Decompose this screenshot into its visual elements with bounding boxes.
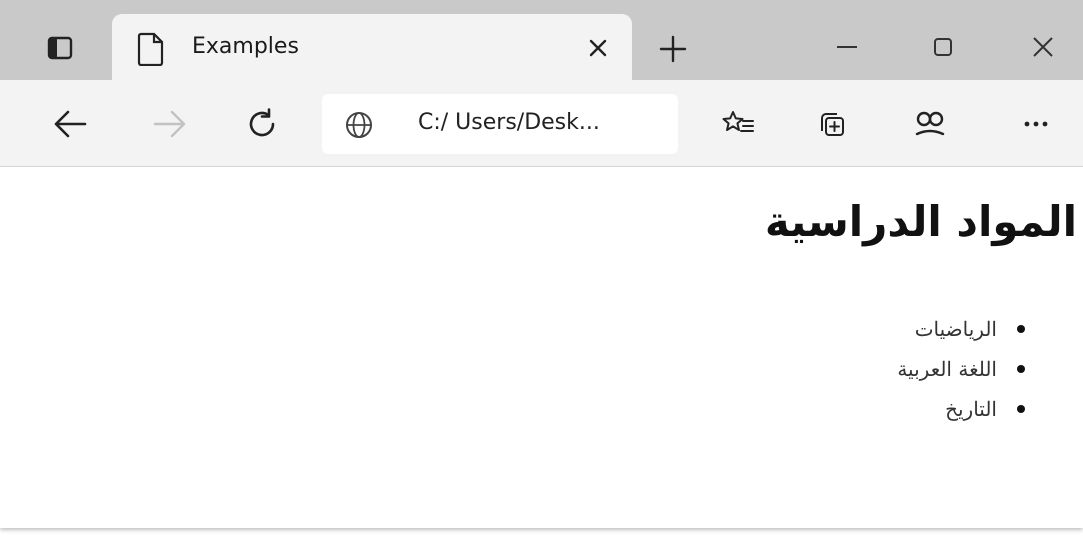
profile-icon	[915, 111, 945, 136]
close-icon	[589, 39, 607, 57]
address-url: C:/ Users/Desk...	[418, 110, 600, 135]
toolbar: C:/ Users/Desk...	[0, 80, 1083, 167]
page-content: المواد الدراسية الرياضيات اللغة العربية …	[0, 167, 1083, 528]
list-item: التاريخ	[897, 389, 1031, 429]
refresh-button[interactable]	[238, 100, 286, 148]
list-item: اللغة العربية	[897, 349, 1031, 389]
refresh-icon	[249, 108, 275, 137]
globe-icon	[346, 112, 372, 138]
page-heading: المواد الدراسية	[764, 197, 1077, 246]
forward-button[interactable]	[146, 100, 194, 148]
subject-label: الرياضيات	[914, 317, 997, 341]
tab-strip: Examples	[0, 0, 1083, 80]
more-icon	[1024, 121, 1048, 127]
bullet-icon	[1017, 325, 1025, 333]
back-button[interactable]	[46, 100, 94, 148]
bullet-icon	[1017, 405, 1025, 413]
tab-examples[interactable]: Examples	[112, 14, 632, 80]
subject-label: اللغة العربية	[897, 357, 997, 381]
collections-icon	[821, 113, 844, 136]
arrow-right-icon	[153, 110, 186, 138]
close-tab-button[interactable]	[578, 28, 618, 68]
close-window-button[interactable]	[1018, 24, 1068, 70]
collections-button[interactable]	[808, 100, 856, 148]
more-button[interactable]	[1012, 100, 1060, 148]
favorites-button[interactable]	[714, 100, 762, 148]
minimize-button[interactable]	[822, 24, 872, 70]
bullet-icon	[1017, 365, 1025, 373]
list-item: الرياضيات	[897, 309, 1031, 349]
tab-title: Examples	[192, 34, 299, 59]
profile-button[interactable]	[906, 100, 954, 148]
subject-label: التاريخ	[945, 397, 997, 421]
close-icon	[1033, 37, 1053, 57]
minimize-icon	[837, 46, 857, 48]
address-bar[interactable]: C:/ Users/Desk...	[322, 94, 678, 154]
document-icon	[137, 32, 164, 66]
plus-icon	[659, 35, 687, 63]
maximize-button[interactable]	[918, 24, 968, 70]
arrow-left-icon	[54, 110, 87, 138]
tab-actions-button[interactable]	[40, 28, 80, 68]
subject-list: الرياضيات اللغة العربية التاريخ	[897, 309, 1031, 429]
new-tab-button[interactable]	[650, 26, 696, 72]
tab-actions-icon	[47, 36, 73, 60]
favorites-icon	[722, 111, 754, 132]
browser-window: Examples C:/ Users/Desk... المواد الدراس…	[0, 0, 1083, 528]
maximize-icon	[934, 38, 952, 56]
